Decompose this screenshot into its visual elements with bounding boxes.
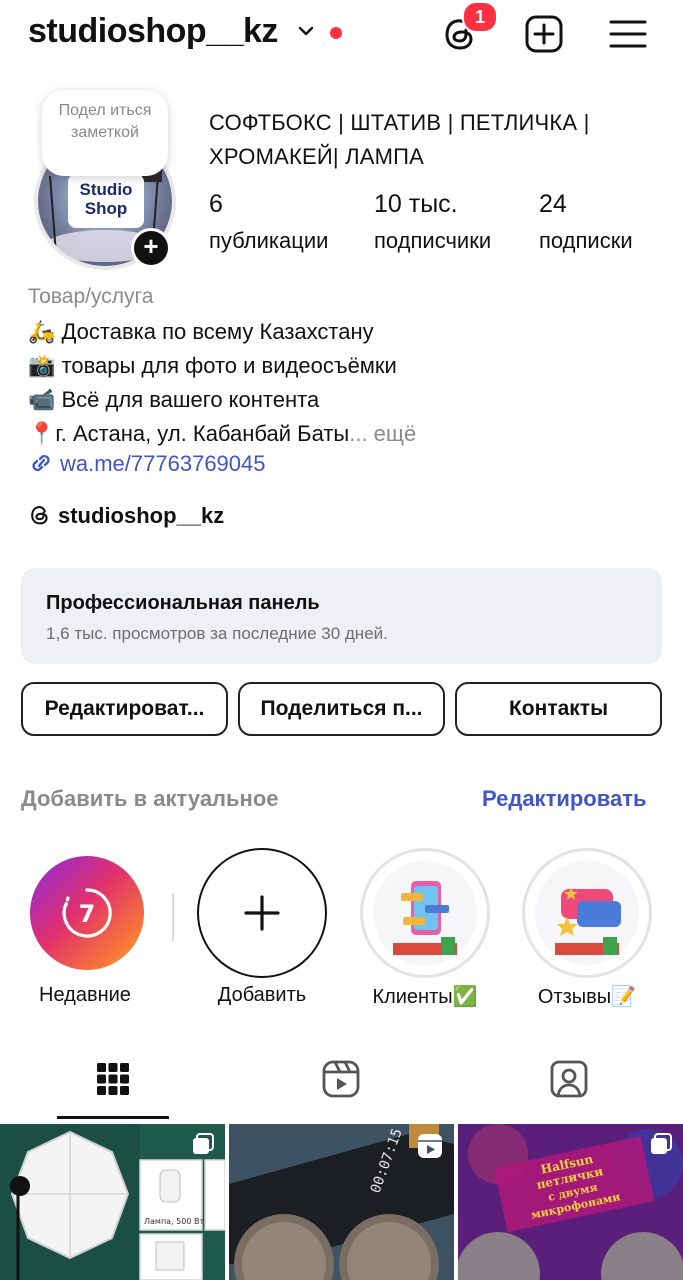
contacts-button[interactable]: Контакты: [455, 682, 662, 736]
bio-line-address: 📍г. Астана, ул. Кабанбай Баты... ещё: [28, 419, 416, 449]
notification-dot: [330, 27, 342, 39]
bio-line: 📸 товары для фото и видеосъёмки: [28, 353, 397, 378]
chevron-down-icon[interactable]: [298, 25, 314, 37]
create-post-icon[interactable]: [524, 14, 564, 54]
highlight-clients[interactable]: [360, 848, 490, 978]
profile-link[interactable]: wa.me/77763769045: [28, 451, 266, 477]
profile-headline: СОФТБОКС | ШТАТИВ | ПЕТЛИЧКА | ХРОМАКЕЙ|…: [209, 110, 590, 169]
active-tab-indicator: [57, 1116, 169, 1119]
followers-count[interactable]: 10 тыс.: [374, 190, 458, 219]
following-count[interactable]: 24: [539, 190, 567, 219]
following-label[interactable]: подписки: [539, 228, 633, 254]
post-thumbnail[interactable]: Лампа, 500 Вт: [0, 1124, 225, 1280]
posts-label[interactable]: публикации: [209, 228, 328, 254]
threads-notification-badge: 1: [462, 1, 498, 33]
highlights-edit-link[interactable]: Редактировать: [482, 786, 647, 812]
tagged-tab-icon[interactable]: [549, 1059, 589, 1099]
profile-username[interactable]: studioshop__kz: [28, 12, 278, 51]
link-icon: [32, 454, 50, 472]
share-profile-button[interactable]: Поделиться п...: [238, 682, 445, 736]
threads-icon: [31, 506, 48, 525]
post-thumbnail[interactable]: 00:07:15: [229, 1124, 454, 1280]
bio-address-text: 📍г. Астана, ул. Кабанбай Баты: [28, 421, 350, 446]
bio-more-link[interactable]: ... ещё: [349, 421, 416, 446]
highlight-add-label: Добавить: [217, 984, 307, 1006]
grid-tab-icon[interactable]: [93, 1059, 133, 1099]
highlight-clients-label: Клиенты✅: [372, 986, 478, 1008]
profile-link-text[interactable]: wa.me/77763769045: [60, 451, 266, 476]
reels-tab-icon[interactable]: [321, 1059, 361, 1099]
posts-count[interactable]: 6: [209, 190, 223, 219]
panel-subtitle: 1,6 тыс. просмотров за последние 30 дней…: [46, 624, 388, 643]
professional-dashboard-panel[interactable]: [21, 568, 662, 664]
highlights-title: Добавить в актуальное: [21, 786, 279, 811]
clients-highlight-image: [373, 861, 477, 965]
avatar-logo-text: Studio Shop: [68, 174, 144, 228]
highlights-divider: [172, 893, 174, 941]
bio-line: 🛵 Доставка по всему Казахстану: [28, 319, 374, 344]
followers-label[interactable]: подписчики: [374, 228, 491, 254]
bio-line: 📹 Всё для вашего контента: [28, 387, 320, 412]
plus-icon: [244, 895, 280, 931]
threads-handle[interactable]: studioshop__kz: [58, 503, 224, 528]
recent-count: 7: [79, 900, 96, 928]
carousel-indicator-icon: [651, 1133, 672, 1154]
edit-profile-button[interactable]: Редактироват...: [21, 682, 228, 736]
add-story-plus-icon[interactable]: +: [131, 228, 171, 268]
highlight-recent[interactable]: 7: [22, 848, 152, 978]
post-caption-text: Лампа, 500 Вт: [144, 1217, 204, 1226]
carousel-indicator-icon: [193, 1133, 214, 1154]
highlight-add[interactable]: [197, 848, 327, 978]
add-note-bubble[interactable]: Подел иться заметкой: [42, 90, 168, 176]
reels-indicator-icon: [418, 1134, 442, 1158]
highlight-reviews[interactable]: [522, 848, 652, 978]
threads-profile-link[interactable]: studioshop__kz: [28, 503, 224, 529]
highlight-reviews-label: Отзывы📝: [537, 986, 637, 1008]
reviews-highlight-image: [535, 861, 639, 965]
highlight-recent-label: Недавние: [39, 984, 131, 1006]
menu-icon[interactable]: [608, 14, 648, 54]
panel-title[interactable]: Профессиональная панель: [46, 592, 320, 615]
profile-category: Товар/услуга: [28, 285, 154, 308]
post-thumbnail[interactable]: Halfsun петлички с двумя микрофонами: [458, 1124, 683, 1280]
recent-clock-icon: 7: [62, 888, 112, 938]
